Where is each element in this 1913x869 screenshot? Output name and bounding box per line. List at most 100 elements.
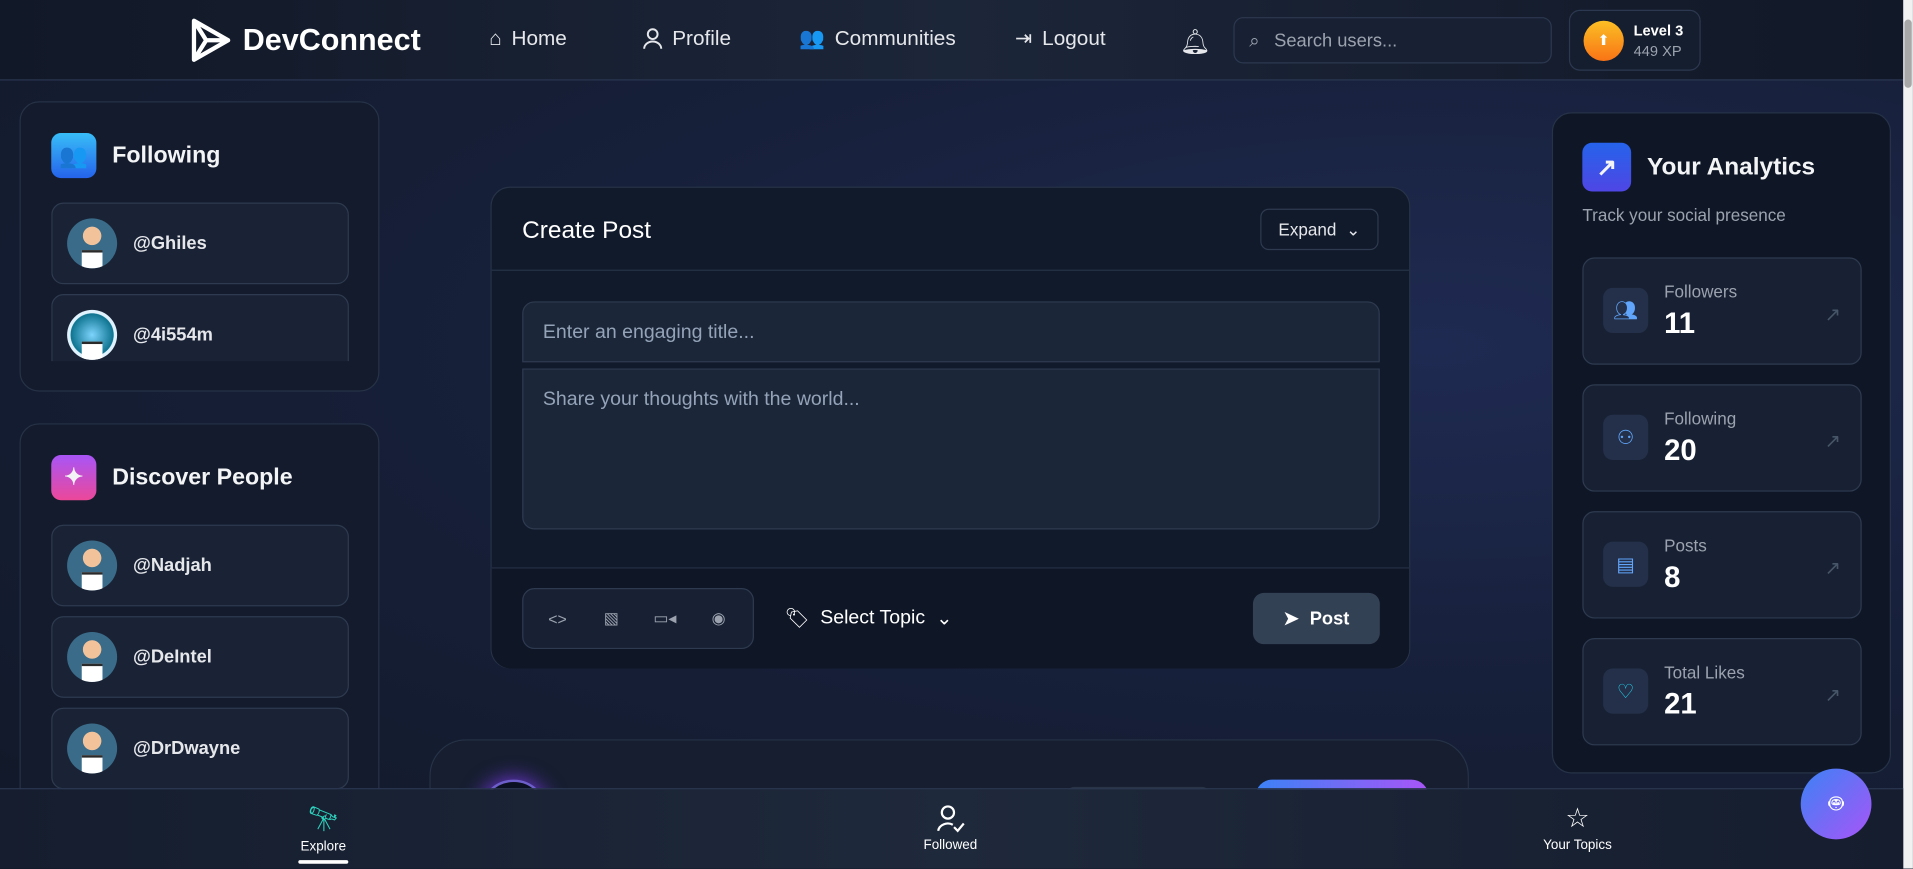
- brand-name: DevConnect: [242, 22, 421, 57]
- nav-home[interactable]: ⌂ Home: [489, 27, 567, 51]
- logo-icon: [191, 18, 231, 62]
- nav-logout[interactable]: ⇥ Logout: [1015, 27, 1106, 51]
- nav-label: Profile: [672, 26, 732, 51]
- users-icon: 👥︎: [1603, 287, 1649, 334]
- topic-select[interactable]: 🏷︎ Select Topic ⌄: [784, 606, 952, 630]
- placeholder: Enter an engaging title...: [542, 322, 755, 343]
- avatar: [67, 218, 118, 269]
- search-placeholder: Search users...: [1274, 29, 1398, 51]
- stat-value: 21: [1664, 688, 1697, 722]
- user-plus-icon: ⚇: [1603, 414, 1649, 460]
- create-post-card: Create Post Expand ⌄ Enter an engaging ti…: [490, 186, 1411, 669]
- stat-label: Total Likes: [1664, 662, 1745, 682]
- bottom-nav: 🔭︎ Explore Followed ☆ Your Topics: [0, 788, 1904, 869]
- list-item[interactable]: @Ghiles: [51, 202, 349, 285]
- sparkles-icon: ✦: [51, 455, 97, 501]
- media-toolbar: <> ▧ ▭◂ ◉: [522, 588, 754, 650]
- nav-label: Home: [511, 26, 567, 51]
- star-icon: ☆: [1565, 802, 1590, 834]
- stat-followers[interactable]: 👥︎ Followers 11 ↗: [1582, 257, 1862, 365]
- list-item[interactable]: @Nadjah: [51, 524, 349, 607]
- stat-label: Posts: [1664, 535, 1707, 556]
- video-icon[interactable]: ▭◂: [645, 599, 684, 638]
- scrollbar[interactable]: [1903, 0, 1913, 869]
- avatar: [67, 723, 118, 774]
- send-icon: ➤: [1283, 608, 1299, 630]
- panel-title: Your Analytics: [1647, 153, 1816, 180]
- trend-icon: ↗: [1824, 685, 1841, 707]
- github-icon[interactable]: ◉: [699, 599, 738, 638]
- list-item[interactable]: @DeIntel: [51, 616, 349, 698]
- panel-title: Discover People: [112, 464, 293, 490]
- nav-label: Explore: [300, 839, 347, 854]
- username: @DrDwayne: [132, 738, 241, 759]
- active-indicator: [298, 860, 349, 864]
- card-title: Create Post: [522, 217, 652, 244]
- brand-logo[interactable]: DevConnect: [189, 17, 421, 63]
- heart-icon: ♡: [1603, 668, 1649, 714]
- stat-value: 8: [1664, 561, 1681, 595]
- avatar: [67, 309, 118, 360]
- avatar: [67, 631, 118, 682]
- stat-following[interactable]: ⚇ Following 20 ↗: [1582, 384, 1862, 492]
- users-icon: 👥: [799, 26, 825, 51]
- stat-likes[interactable]: ♡ Total Likes 21 ↗: [1582, 638, 1862, 746]
- body-textarea[interactable]: Share your thoughts with the world...: [522, 368, 1380, 530]
- trend-icon: ↗: [1824, 305, 1841, 326]
- trend-icon: ↗: [1824, 431, 1841, 453]
- file-text-icon: ▤: [1603, 541, 1649, 587]
- level-badge[interactable]: ⬆ Level 3 449 XP: [1568, 9, 1701, 71]
- home-icon: ⌂: [489, 26, 502, 51]
- list-item[interactable]: @DrDwayne: [51, 707, 349, 790]
- panel-title: Following: [112, 142, 221, 168]
- username: @4i554m: [132, 324, 213, 346]
- nav-communities[interactable]: 👥 Communities: [799, 27, 956, 51]
- topic-label: Select Topic: [820, 607, 926, 629]
- notifications-button[interactable]: 🔔︎: [1180, 27, 1211, 58]
- stat-label: Following: [1664, 408, 1737, 429]
- nav-profile[interactable]: Profile: [643, 27, 731, 51]
- expand-label: Expand: [1278, 219, 1337, 240]
- post-button[interactable]: ➤ Post: [1252, 592, 1380, 645]
- panel-subtitle: Track your social presence: [1582, 204, 1786, 225]
- following-panel: 👥 Following @Ghiles @4i554m: [19, 101, 380, 392]
- nav-label: Followed: [923, 838, 978, 853]
- username: @Ghiles: [132, 233, 207, 254]
- stat-value: 11: [1664, 307, 1696, 341]
- bottom-nav-topics[interactable]: ☆ Your Topics: [1543, 802, 1612, 853]
- image-icon[interactable]: ▧: [592, 599, 631, 638]
- expand-button[interactable]: Expand ⌄: [1260, 208, 1379, 251]
- xp-label: 449 XP: [1633, 42, 1682, 60]
- bell-icon: 🔔︎: [1179, 29, 1211, 57]
- trending-up-icon: ↗: [1582, 142, 1632, 192]
- discover-panel: ✦ Discover People @Nadjah @DeIntel @DrDwa…: [19, 423, 380, 814]
- search-icon: ⌕: [1249, 29, 1260, 51]
- level-label: Level 3: [1633, 21, 1684, 39]
- stat-posts[interactable]: ▤ Posts 8 ↗: [1582, 511, 1862, 619]
- search-input[interactable]: ⌕ Search users...: [1233, 17, 1552, 64]
- level-coin-icon: ⬆: [1583, 20, 1624, 61]
- nav-label: Communities: [834, 26, 956, 51]
- code-icon[interactable]: <>: [538, 599, 577, 638]
- placeholder: Share your thoughts with the world...: [542, 389, 860, 410]
- chevron-down-icon: ⌄: [936, 608, 953, 630]
- chevron-down-icon: ⌄: [1346, 218, 1361, 239]
- nav-label: Your Topics: [1543, 838, 1612, 853]
- telescope-icon: 🔭︎: [307, 806, 339, 834]
- analytics-panel: ↗ Your Analytics Track your social presen…: [1551, 112, 1891, 774]
- bottom-nav-followed[interactable]: Followed: [923, 804, 978, 853]
- user-icon: [643, 28, 663, 49]
- username: @Nadjah: [132, 555, 212, 576]
- stat-label: Followers: [1664, 281, 1738, 302]
- list-item[interactable]: @4i554m: [51, 294, 349, 362]
- bottom-nav-explore[interactable]: 🔭︎ Explore: [298, 804, 349, 864]
- title-input[interactable]: Enter an engaging title...: [522, 301, 1380, 363]
- users-icon: 👥: [51, 132, 97, 179]
- user-check-icon: [937, 805, 965, 833]
- chatbot-button[interactable]: 🤖︎: [1800, 768, 1872, 840]
- top-navbar: DevConnect ⌂ Home Profile 👥 Communities ⇥ L…: [0, 0, 1904, 81]
- username: @DeIntel: [132, 646, 212, 668]
- bot-icon: 🤖︎: [1828, 790, 1844, 818]
- logout-icon: ⇥: [1015, 26, 1033, 51]
- nav-label: Logout: [1042, 26, 1106, 51]
